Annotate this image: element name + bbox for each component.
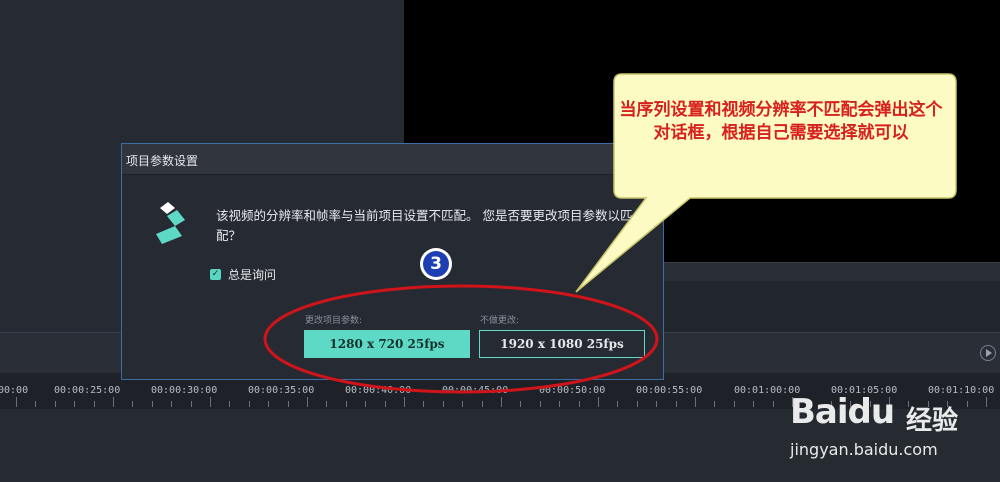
watermark-url: jingyan.baidu.com	[790, 440, 938, 459]
step-number-badge: 3	[420, 248, 452, 280]
callout-text: 当序列设置和视频分辨率不匹配会弹出这个对话框，根据自己需要选择就可以	[619, 100, 943, 143]
baidu-watermark: Baidu	[790, 392, 895, 432]
highlight-ellipse	[263, 284, 659, 394]
jingyan-watermark: 经验	[906, 406, 959, 436]
step-number: 3	[423, 251, 449, 277]
